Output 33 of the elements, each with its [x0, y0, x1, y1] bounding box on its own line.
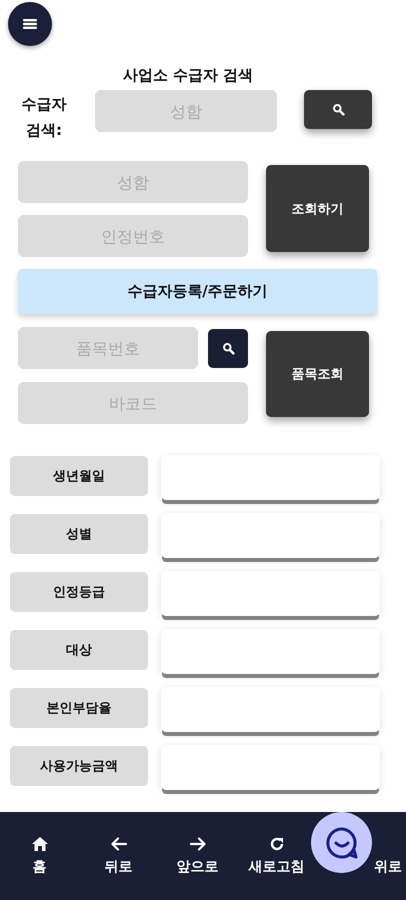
- nav-button[interactable]: 홈: [30, 836, 48, 876]
- value-field[interactable]: [161, 571, 380, 616]
- field-label: 성별: [10, 514, 148, 554]
- refresh-icon: [268, 836, 284, 852]
- search-icon: [222, 342, 234, 354]
- chat-icon: [324, 826, 358, 860]
- value-field[interactable]: [161, 687, 380, 732]
- field-label: 사용가능금액: [10, 746, 148, 786]
- nav-button[interactable]: 새로고침: [248, 836, 304, 876]
- menu-icon: [23, 19, 37, 29]
- value-field[interactable]: [161, 513, 380, 558]
- item-lookup-button[interactable]: 품목조회: [266, 331, 369, 417]
- value-field[interactable]: [161, 745, 380, 790]
- nav-button[interactable]: 뒤로: [104, 836, 132, 876]
- value-field[interactable]: [161, 629, 380, 674]
- page-title: 사업소 수급자 검색: [122, 66, 254, 84]
- search-button[interactable]: [208, 328, 248, 368]
- field-label: 본인부담율: [10, 688, 148, 728]
- field-label: 대상: [10, 630, 148, 670]
- nav-button[interactable]: 앞으로: [176, 836, 218, 876]
- back-icon: [110, 836, 128, 852]
- value-field[interactable]: [161, 455, 380, 500]
- home-icon: [30, 836, 48, 852]
- search-icon: [332, 103, 344, 116]
- register-order-button[interactable]: 수급자등록/주문하기: [18, 269, 377, 314]
- search-button[interactable]: [304, 90, 372, 129]
- menu-button[interactable]: [8, 2, 52, 46]
- forward-icon: [188, 836, 206, 852]
- nav-button[interactable]: 위로: [374, 858, 402, 876]
- search-label: 수급자 검색:: [20, 94, 68, 141]
- field-label: 생년월일: [10, 456, 148, 496]
- lookup-button[interactable]: 조회하기: [266, 165, 369, 252]
- field-label: 인정등급: [10, 572, 148, 612]
